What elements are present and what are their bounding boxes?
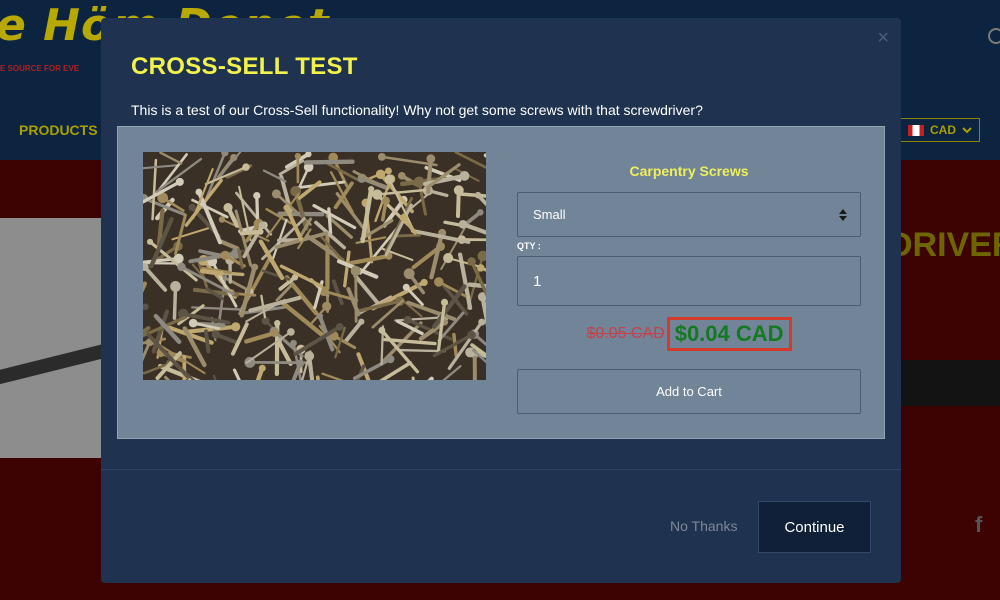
cross-sell-product-card: Carpentry Screws Small QTY : 1 $0.05 CAD… — [117, 126, 885, 439]
store-tagline: E SOURCE FOR EVE — [0, 64, 80, 73]
currency-label: CAD — [930, 123, 956, 137]
close-icon[interactable]: × — [877, 28, 889, 48]
qty-label: QTY : — [517, 241, 541, 251]
search-icon[interactable] — [988, 28, 1000, 44]
currency-selector[interactable]: CAD — [900, 118, 980, 142]
continue-button[interactable]: Continue — [758, 501, 871, 553]
sale-price: $0.04 CAD — [666, 317, 792, 351]
original-price: $0.05 CAD — [586, 325, 665, 342]
product-name: Carpentry Screws — [629, 163, 749, 179]
no-thanks-link[interactable]: No Thanks — [670, 518, 737, 534]
variant-value: Small — [533, 207, 566, 222]
variant-select[interactable]: Small — [517, 192, 861, 237]
add-to-cart-button[interactable]: Add to Cart — [517, 369, 861, 414]
select-arrows-icon — [839, 208, 847, 221]
facebook-icon[interactable]: f — [975, 512, 982, 538]
qty-input[interactable]: 1 — [517, 256, 861, 306]
modal-footer-divider — [101, 469, 901, 470]
chevron-down-icon — [962, 127, 972, 134]
nav-products[interactable]: PRODUCTS — [19, 122, 98, 138]
cross-sell-modal: × CROSS-SELL TEST This is a test of our … — [101, 18, 901, 583]
product-title-background: DRIVER — [888, 226, 1000, 264]
canada-flag-icon — [908, 124, 924, 136]
modal-title: CROSS-SELL TEST — [131, 53, 358, 80]
modal-description: This is a test of our Cross-Sell functio… — [131, 102, 703, 118]
price-row: $0.05 CAD $0.04 CAD — [517, 317, 861, 351]
product-image-screws — [143, 152, 486, 380]
